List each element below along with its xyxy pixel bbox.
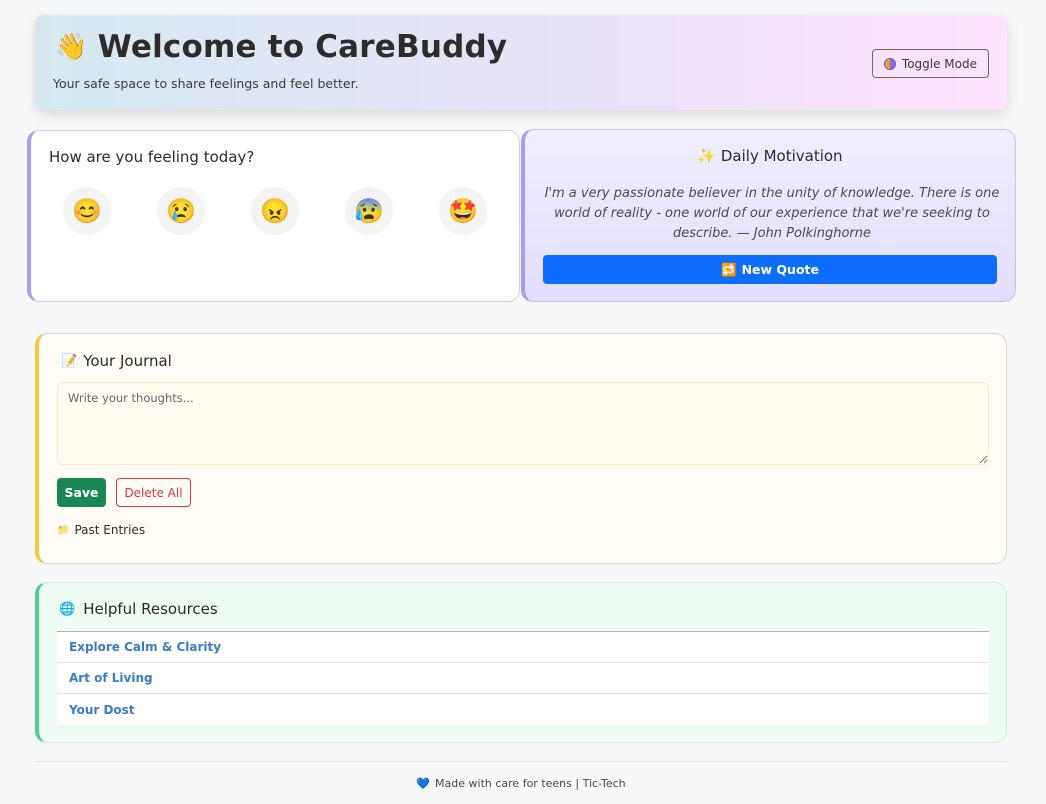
toggle-mode-button[interactable]: Toggle Mode: [871, 49, 989, 78]
journal-heading: 📝 Your Journal: [61, 352, 172, 370]
page-subtitle: Your safe space to share feelings and fe…: [53, 76, 359, 91]
motivation-heading: ✨ Daily Motivation: [525, 147, 1015, 165]
save-button[interactable]: Save: [57, 478, 106, 507]
header-banner: 👋 Welcome to CareBuddy Your safe space t…: [35, 15, 1007, 110]
resources-heading-text: Helpful Resources: [83, 600, 218, 618]
mood-angry-button[interactable]: 😠: [251, 187, 299, 235]
journal-card: 📝 Your Journal Save Delete All 📁 Past En…: [35, 333, 1007, 564]
footer: 💙 Made with care for teens | Tic-Tech: [35, 761, 1007, 804]
mood-options: 😊 😢 😠 😰 🤩: [63, 187, 487, 235]
journal-heading-text: Your Journal: [83, 352, 172, 370]
resources-card: 🌐 Helpful Resources Explore Calm & Clari…: [35, 582, 1007, 743]
theme-toggle-icon: [883, 57, 896, 70]
page-title: 👋 Welcome to CareBuddy: [55, 29, 507, 65]
motivation-quote: I'm a very passionate believer in the un…: [544, 186, 1000, 241]
past-entries-label: Past Entries: [74, 523, 146, 537]
mood-question: How are you feeling today?: [49, 148, 255, 166]
resource-link-your-dost[interactable]: Your Dost: [57, 694, 989, 725]
journal-input[interactable]: [57, 382, 989, 465]
motivation-card: ✨ Daily Motivation I'm a very passionate…: [521, 129, 1016, 302]
resource-link-calm-clarity[interactable]: Explore Calm & Clarity: [57, 632, 989, 663]
mood-card: How are you feeling today? 😊 😢 😠 😰 🤩: [27, 130, 520, 302]
globe-icon: 🌐: [59, 601, 76, 617]
memo-icon: 📝: [61, 353, 78, 369]
mood-happy-button[interactable]: 😊: [63, 187, 111, 235]
footer-text: Made with care for teens | Tic-Tech: [435, 776, 626, 790]
mood-sad-button[interactable]: 😢: [157, 187, 205, 235]
wave-icon: 👋: [55, 32, 88, 62]
new-quote-label: New Quote: [741, 262, 819, 277]
mood-excited-button[interactable]: 🤩: [439, 187, 487, 235]
new-quote-button[interactable]: 🔁 New Quote: [543, 255, 997, 284]
mood-anxious-button[interactable]: 😰: [345, 187, 393, 235]
folder-icon: 📁: [57, 524, 70, 536]
refresh-icon: 🔁: [721, 261, 737, 277]
resource-link-art-of-living[interactable]: Art of Living: [57, 663, 989, 694]
delete-all-button[interactable]: Delete All: [116, 478, 191, 507]
past-entries[interactable]: 📁 Past Entries: [57, 523, 145, 537]
page-title-text: Welcome to CareBuddy: [97, 29, 508, 65]
sparkles-icon: ✨: [697, 147, 717, 165]
resources-list: Explore Calm & Clarity Art of Living You…: [57, 631, 989, 725]
motivation-heading-text: Daily Motivation: [720, 147, 843, 165]
resources-heading: 🌐 Helpful Resources: [59, 600, 218, 618]
toggle-mode-label: Toggle Mode: [901, 56, 977, 71]
heart-icon: 💙: [416, 776, 431, 790]
